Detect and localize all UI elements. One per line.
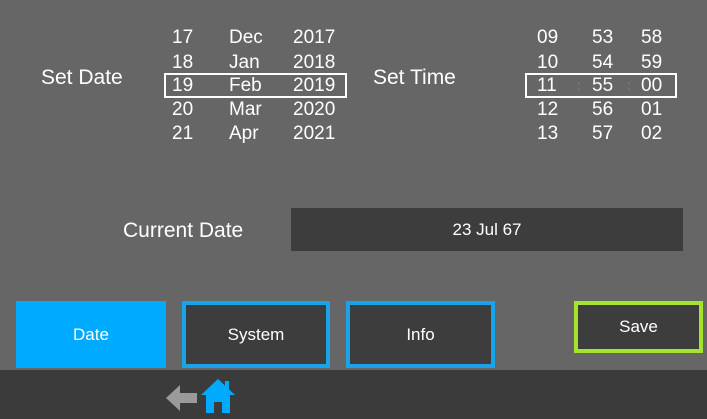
set-date-label: Set Date — [41, 66, 123, 89]
picker-day[interactable]: 20 — [172, 99, 193, 120]
current-date-label: Current Date — [123, 219, 244, 242]
picker-minute[interactable]: 57 — [592, 123, 613, 144]
picker-month[interactable]: Mar — [229, 99, 262, 120]
picker-second[interactable]: 01 — [641, 99, 662, 120]
date-selection-box — [164, 73, 347, 98]
tab-date[interactable]: Date — [16, 301, 166, 368]
picker-day[interactable]: 21 — [172, 123, 193, 144]
picker-second[interactable]: 02 — [641, 123, 662, 144]
save-button[interactable]: Save — [574, 301, 703, 353]
picker-day[interactable]: 18 — [172, 52, 193, 73]
picker-year[interactable]: 2018 — [293, 52, 335, 73]
settings-screen: Set Date 17 18 19 20 21 Dec Jan Feb Mar Apr 2017 20… — [0, 0, 707, 419]
picker-hour[interactable]: 12 — [537, 99, 558, 120]
tab-info[interactable]: Info — [346, 301, 495, 368]
home-icon[interactable] — [201, 378, 235, 413]
picker-year[interactable]: 2020 — [293, 99, 335, 120]
picker-hour[interactable]: 09 — [537, 27, 558, 48]
picker-year[interactable]: 2017 — [293, 27, 335, 48]
picker-month[interactable]: Dec — [229, 27, 263, 48]
picker-hour[interactable]: 13 — [537, 123, 558, 144]
picker-second[interactable]: 59 — [641, 52, 662, 73]
picker-year[interactable]: 2021 — [293, 123, 335, 144]
picker-month[interactable]: Jan — [229, 52, 260, 73]
picker-minute[interactable]: 56 — [592, 99, 613, 120]
picker-month[interactable]: Apr — [229, 123, 259, 144]
bottom-nav-bar — [0, 370, 707, 419]
current-date-field: 23 Jul 67 — [291, 208, 683, 251]
tab-system[interactable]: System — [182, 301, 330, 368]
time-selection-box — [525, 73, 677, 98]
picker-minute[interactable]: 53 — [592, 27, 613, 48]
picker-minute[interactable]: 54 — [592, 52, 613, 73]
picker-second[interactable]: 58 — [641, 27, 662, 48]
set-time-label: Set Time — [373, 66, 456, 89]
picker-hour[interactable]: 10 — [537, 52, 558, 73]
picker-day[interactable]: 17 — [172, 27, 193, 48]
arrow-left-icon[interactable] — [166, 384, 197, 412]
